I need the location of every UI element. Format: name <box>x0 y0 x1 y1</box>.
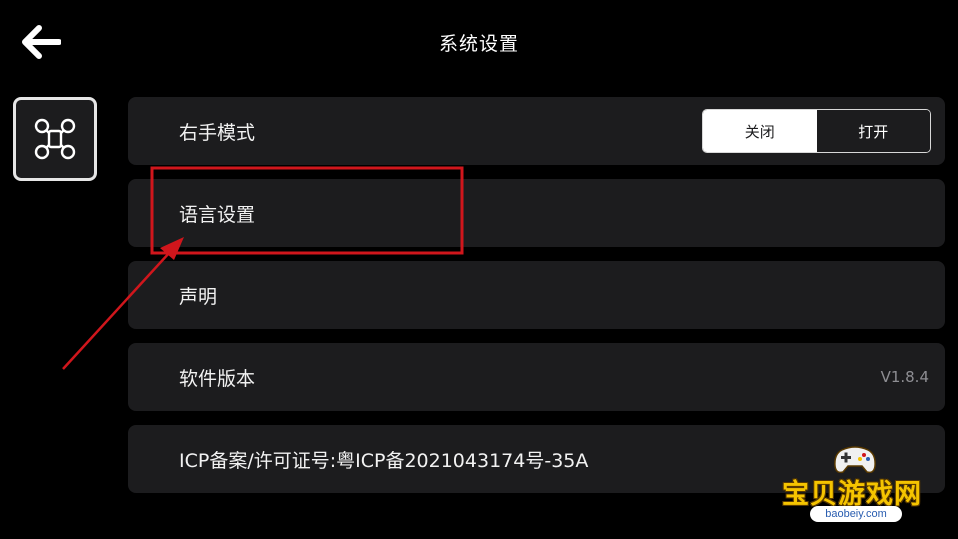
watermark-url: baobeiy.com <box>810 506 902 522</box>
drone-settings-tab[interactable] <box>13 97 97 181</box>
language-settings-label: 语言设置 <box>179 203 256 226</box>
toggle-option-on[interactable]: 打开 <box>816 110 930 152</box>
software-version-label: 软件版本 <box>179 367 256 390</box>
right-hand-mode-label: 右手模式 <box>179 121 256 144</box>
setting-row-right-hand-mode: 右手模式 关闭 打开 <box>128 97 945 165</box>
toggle-option-off[interactable]: 关闭 <box>703 110 817 152</box>
right-hand-mode-toggle: 关闭 打开 <box>702 109 931 153</box>
software-version-value: V1.8.4 <box>880 368 929 386</box>
drone-icon <box>34 118 76 160</box>
page-title: 系统设置 <box>438 33 519 55</box>
statement-label: 声明 <box>179 285 218 308</box>
system-settings-screen: 系统设置 右手模式 关闭 打开 语言设置 声明 软件版本 V1.8.4 ICP备… <box>0 0 958 539</box>
setting-row-language[interactable]: 语言设置 <box>128 179 945 247</box>
watermark-logo: 宝贝游戏网 baobeiy.com <box>780 442 930 534</box>
setting-row-statement[interactable]: 声明 <box>128 261 945 329</box>
setting-row-software-version: 软件版本 V1.8.4 <box>128 343 945 411</box>
